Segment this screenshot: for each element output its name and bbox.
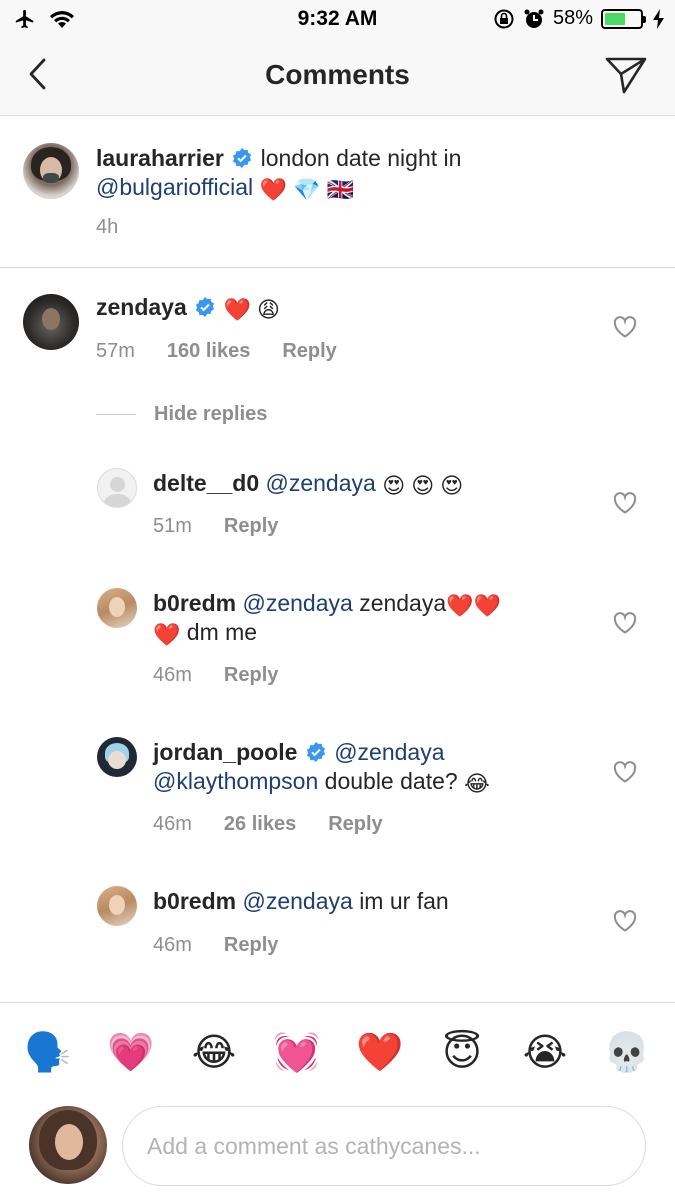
rotation-lock-icon <box>494 9 514 28</box>
reply-emoji-line2: ❤️ <box>153 622 181 647</box>
reply-emojis: 😍 😍 😍 <box>382 473 464 498</box>
comment-likes[interactable]: 160 likes <box>167 340 250 363</box>
reply-text: delte__d0 @zendaya 😍 😍 😍 <box>153 469 573 498</box>
caption-mention[interactable]: @bulgariofficial <box>96 174 253 200</box>
reply-meta: 46m 26 likes Reply <box>153 813 383 836</box>
verified-badge-icon <box>196 297 215 317</box>
caption-text: lauraharrier london date night in @bulga… <box>96 144 526 202</box>
reply-time: 46m <box>153 934 192 956</box>
heart-outline-icon[interactable] <box>613 316 637 338</box>
avatar[interactable] <box>97 588 137 628</box>
verified-badge-icon <box>306 742 325 762</box>
reply-time: 46m <box>153 813 192 835</box>
caption: lauraharrier london date night in @bulga… <box>0 116 675 268</box>
emoji-speaking-head-button[interactable]: 🗣️ <box>24 1029 72 1077</box>
avatar[interactable] <box>97 737 137 777</box>
emoji-red-heart-button[interactable]: ❤️ <box>356 1029 404 1077</box>
avatar[interactable] <box>97 468 137 508</box>
heart-outline-icon[interactable] <box>613 910 637 932</box>
caption-body: london date night in <box>260 145 462 171</box>
reply-mention-2[interactable]: @klaythompson <box>153 768 318 794</box>
heart-outline-icon[interactable] <box>613 612 637 634</box>
reply-username[interactable]: delte__d0 <box>153 470 259 496</box>
reply-mention[interactable]: @zendaya <box>242 888 352 914</box>
avatar-face <box>55 1124 83 1160</box>
emoji-growing-heart-button[interactable]: 💗 <box>107 1029 155 1077</box>
reply-button[interactable]: Reply <box>224 934 278 957</box>
reply-mention[interactable]: @zendaya <box>266 470 376 496</box>
avatar-face <box>109 597 125 617</box>
reply-body-line2: dm me <box>186 619 258 645</box>
reply-username[interactable]: jordan_poole <box>153 739 297 765</box>
emoji-skull-button[interactable]: 💀 <box>603 1029 651 1077</box>
avatar-placeholder-head <box>110 477 125 492</box>
avatar[interactable] <box>23 143 79 199</box>
reply-time: 46m <box>153 664 192 686</box>
reply-text: b0redm @zendaya im ur fan <box>153 887 573 916</box>
avatar[interactable] <box>97 886 137 926</box>
reply-button[interactable]: Reply <box>282 340 336 363</box>
charging-bolt-icon <box>653 8 664 29</box>
emoji-quick-bar: 🗣️ 💗 😂 💓 ❤️ 😇 😭 💀 <box>0 1002 675 1102</box>
nav-bar: Comments <box>0 38 675 116</box>
caption-emojis: ❤️ 💎 🇬🇧 <box>259 177 354 202</box>
hide-replies-toggle[interactable]: Hide replies <box>96 403 267 426</box>
caption-time: 4h <box>96 216 119 238</box>
reply-body: im ur fan <box>359 888 449 914</box>
reply-text: jordan_poole @zendaya @klaythompson doub… <box>153 738 583 796</box>
comment-text: zendaya ❤️ 😩 <box>96 293 536 322</box>
reply-text: b0redm @zendaya zendaya❤️❤️ ❤️ dm me <box>153 589 573 647</box>
emoji-halo-button[interactable]: 😇 <box>438 1029 486 1077</box>
avatar-hand <box>43 173 59 183</box>
reply-meta: 46m Reply <box>153 934 278 957</box>
status-bar: 9:32 AM 58% <box>0 0 675 38</box>
reply-button[interactable]: Reply <box>224 664 278 687</box>
reply-body: zendaya <box>359 590 447 616</box>
reply-emojis: 😂 <box>464 771 490 796</box>
comment-time: 57m <box>96 340 135 362</box>
paper-plane-icon[interactable] <box>603 52 649 98</box>
reply-body: double date? <box>324 768 458 794</box>
hide-replies-label[interactable]: Hide replies <box>154 403 267 426</box>
reply-username[interactable]: b0redm <box>153 590 236 616</box>
heart-outline-icon[interactable] <box>613 492 637 514</box>
heart-outline-icon[interactable] <box>613 761 637 783</box>
comment-emojis: ❤️ 😩 <box>223 297 280 322</box>
battery-percent: 58% <box>552 7 593 29</box>
reply-meta: 51m Reply <box>153 515 278 538</box>
caption-username[interactable]: lauraharrier <box>96 145 224 171</box>
emoji-crying-button[interactable]: 😭 <box>521 1029 569 1077</box>
alarm-icon <box>524 9 544 28</box>
avatar[interactable] <box>29 1106 107 1184</box>
page-title: Comments <box>265 59 410 90</box>
caption-meta: 4h <box>96 216 118 239</box>
emoji-beating-heart-button[interactable]: 💓 <box>273 1029 321 1077</box>
reply-time: 51m <box>153 515 192 537</box>
battery-icon <box>601 8 646 29</box>
reply-username[interactable]: b0redm <box>153 888 236 914</box>
reply-meta: 46m Reply <box>153 664 278 687</box>
divider-line <box>96 414 136 415</box>
emoji-laughing-button[interactable]: 😂 <box>190 1029 238 1077</box>
reply-mention[interactable]: @zendaya <box>334 739 444 765</box>
avatar-placeholder-body <box>104 494 131 507</box>
avatar[interactable] <box>23 294 79 350</box>
comment-username[interactable]: zendaya <box>96 294 187 320</box>
battery-fill <box>605 12 625 25</box>
avatar-face <box>109 895 125 915</box>
reply-mention[interactable]: @zendaya <box>242 590 352 616</box>
reply-likes[interactable]: 26 likes <box>224 813 296 836</box>
verified-badge-icon <box>233 148 252 168</box>
reply-button[interactable]: Reply <box>328 813 382 836</box>
comment-input[interactable] <box>122 1106 646 1186</box>
comment-meta: 57m 160 likes Reply <box>96 340 337 363</box>
reply-emojis: ❤️❤️ <box>446 593 501 618</box>
reply-button[interactable]: Reply <box>224 515 278 538</box>
avatar-face <box>108 751 126 769</box>
avatar-face <box>42 308 60 330</box>
